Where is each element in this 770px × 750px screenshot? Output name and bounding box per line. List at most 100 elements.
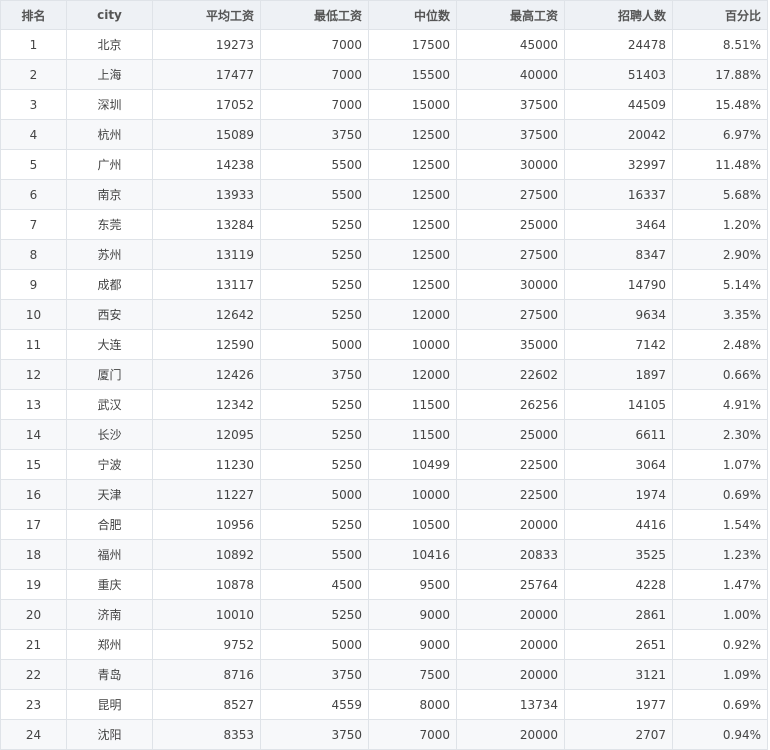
table-row[interactable]: 16 天津 11227 5000 10000 22500 1974 0.69% <box>0 479 768 510</box>
cell-median: 12500 <box>368 179 457 210</box>
table-row[interactable]: 9 成都 13117 5250 12500 30000 14790 5.14% <box>0 269 768 300</box>
cell-min-salary: 5000 <box>260 629 369 660</box>
cell-max-salary: 45000 <box>456 29 565 60</box>
table-row[interactable]: 5 广州 14238 5500 12500 30000 32997 11.48% <box>0 149 768 180</box>
cell-max-salary: 37500 <box>456 89 565 120</box>
cell-avg-salary: 12342 <box>152 389 261 420</box>
header-percentage[interactable]: 百分比 <box>672 0 768 30</box>
header-hiring-count[interactable]: 招聘人数 <box>564 0 673 30</box>
cell-max-salary: 27500 <box>456 239 565 270</box>
cell-rank: 12 <box>0 359 67 390</box>
cell-max-salary: 27500 <box>456 299 565 330</box>
cell-avg-salary: 10010 <box>152 599 261 630</box>
table-row[interactable]: 18 福州 10892 5500 10416 20833 3525 1.23% <box>0 539 768 570</box>
cell-hiring-count: 3464 <box>564 209 673 240</box>
cell-rank: 4 <box>0 119 67 150</box>
table-row[interactable]: 20 济南 10010 5250 9000 20000 2861 1.00% <box>0 599 768 630</box>
cell-city: 深圳 <box>66 89 153 120</box>
cell-median: 12500 <box>368 119 457 150</box>
table-row[interactable]: 22 青岛 8716 3750 7500 20000 3121 1.09% <box>0 659 768 690</box>
cell-rank: 23 <box>0 689 67 720</box>
cell-rank: 15 <box>0 449 67 480</box>
header-avg-salary[interactable]: 平均工资 <box>152 0 261 30</box>
cell-max-salary: 30000 <box>456 149 565 180</box>
cell-median: 11500 <box>368 419 457 450</box>
cell-max-salary: 37500 <box>456 119 565 150</box>
cell-min-salary: 5250 <box>260 389 369 420</box>
cell-hiring-count: 24478 <box>564 29 673 60</box>
cell-median: 10500 <box>368 509 457 540</box>
cell-rank: 16 <box>0 479 67 510</box>
cell-avg-salary: 9752 <box>152 629 261 660</box>
table-row[interactable]: 14 长沙 12095 5250 11500 25000 6611 2.30% <box>0 419 768 450</box>
cell-hiring-count: 1974 <box>564 479 673 510</box>
cell-median: 9000 <box>368 599 457 630</box>
cell-percentage: 17.88% <box>672 59 768 90</box>
cell-median: 15000 <box>368 89 457 120</box>
cell-rank: 17 <box>0 509 67 540</box>
cell-avg-salary: 19273 <box>152 29 261 60</box>
table-row[interactable]: 21 郑州 9752 5000 9000 20000 2651 0.92% <box>0 629 768 660</box>
cell-median: 12000 <box>368 359 457 390</box>
table-row[interactable]: 2 上海 17477 7000 15500 40000 51403 17.88% <box>0 59 768 90</box>
cell-min-salary: 5500 <box>260 539 369 570</box>
cell-min-salary: 4500 <box>260 569 369 600</box>
table-row[interactable]: 15 宁波 11230 5250 10499 22500 3064 1.07% <box>0 449 768 480</box>
table-row[interactable]: 23 昆明 8527 4559 8000 13734 1977 0.69% <box>0 689 768 720</box>
cell-avg-salary: 12642 <box>152 299 261 330</box>
header-median[interactable]: 中位数 <box>368 0 457 30</box>
cell-hiring-count: 51403 <box>564 59 673 90</box>
cell-max-salary: 30000 <box>456 269 565 300</box>
cell-avg-salary: 17477 <box>152 59 261 90</box>
table-row[interactable]: 13 武汉 12342 5250 11500 26256 14105 4.91% <box>0 389 768 420</box>
cell-avg-salary: 8527 <box>152 689 261 720</box>
table-row[interactable]: 6 南京 13933 5500 12500 27500 16337 5.68% <box>0 179 768 210</box>
cell-city: 天津 <box>66 479 153 510</box>
cell-percentage: 3.35% <box>672 299 768 330</box>
table-row[interactable]: 17 合肥 10956 5250 10500 20000 4416 1.54% <box>0 509 768 540</box>
cell-median: 7000 <box>368 719 457 750</box>
table-row[interactable]: 19 重庆 10878 4500 9500 25764 4228 1.47% <box>0 569 768 600</box>
table-row[interactable]: 3 深圳 17052 7000 15000 37500 44509 15.48% <box>0 89 768 120</box>
cell-rank: 10 <box>0 299 67 330</box>
cell-city: 沈阳 <box>66 719 153 750</box>
cell-avg-salary: 10956 <box>152 509 261 540</box>
cell-rank: 3 <box>0 89 67 120</box>
cell-rank: 18 <box>0 539 67 570</box>
table-row[interactable]: 11 大连 12590 5000 10000 35000 7142 2.48% <box>0 329 768 360</box>
cell-percentage: 0.69% <box>672 479 768 510</box>
cell-median: 12500 <box>368 149 457 180</box>
cell-min-salary: 7000 <box>260 29 369 60</box>
cell-median: 12500 <box>368 269 457 300</box>
header-max-salary[interactable]: 最高工资 <box>456 0 565 30</box>
cell-percentage: 1.07% <box>672 449 768 480</box>
table-row[interactable]: 10 西安 12642 5250 12000 27500 9634 3.35% <box>0 299 768 330</box>
cell-avg-salary: 17052 <box>152 89 261 120</box>
cell-max-salary: 20000 <box>456 719 565 750</box>
cell-hiring-count: 16337 <box>564 179 673 210</box>
table-header: 排名 city 平均工资 最低工资 中位数 最高工资 招聘人数 百分比 <box>0 0 768 30</box>
cell-hiring-count: 14790 <box>564 269 673 300</box>
cell-city: 武汉 <box>66 389 153 420</box>
cell-hiring-count: 1897 <box>564 359 673 390</box>
cell-hiring-count: 3525 <box>564 539 673 570</box>
cell-percentage: 1.47% <box>672 569 768 600</box>
cell-median: 7500 <box>368 659 457 690</box>
cell-min-salary: 5250 <box>260 209 369 240</box>
table-row[interactable]: 12 厦门 12426 3750 12000 22602 1897 0.66% <box>0 359 768 390</box>
cell-min-salary: 3750 <box>260 119 369 150</box>
header-rank[interactable]: 排名 <box>0 0 67 30</box>
table-body: 1 北京 19273 7000 17500 45000 24478 8.51% 2 上海 17477… <box>0 29 768 750</box>
table-row[interactable]: 7 东莞 13284 5250 12500 25000 3464 1.20% <box>0 209 768 240</box>
table-row[interactable]: 1 北京 19273 7000 17500 45000 24478 8.51% <box>0 29 768 60</box>
cell-percentage: 0.92% <box>672 629 768 660</box>
table-row[interactable]: 4 杭州 15089 3750 12500 37500 20042 6.97% <box>0 119 768 150</box>
table-row[interactable]: 8 苏州 13119 5250 12500 27500 8347 2.90% <box>0 239 768 270</box>
header-city[interactable]: city <box>66 0 153 30</box>
cell-hiring-count: 1977 <box>564 689 673 720</box>
header-min-salary[interactable]: 最低工资 <box>260 0 369 30</box>
table-row[interactable]: 24 沈阳 8353 3750 7000 20000 2707 0.94% <box>0 719 768 750</box>
cell-max-salary: 20000 <box>456 599 565 630</box>
cell-city: 厦门 <box>66 359 153 390</box>
cell-city: 苏州 <box>66 239 153 270</box>
